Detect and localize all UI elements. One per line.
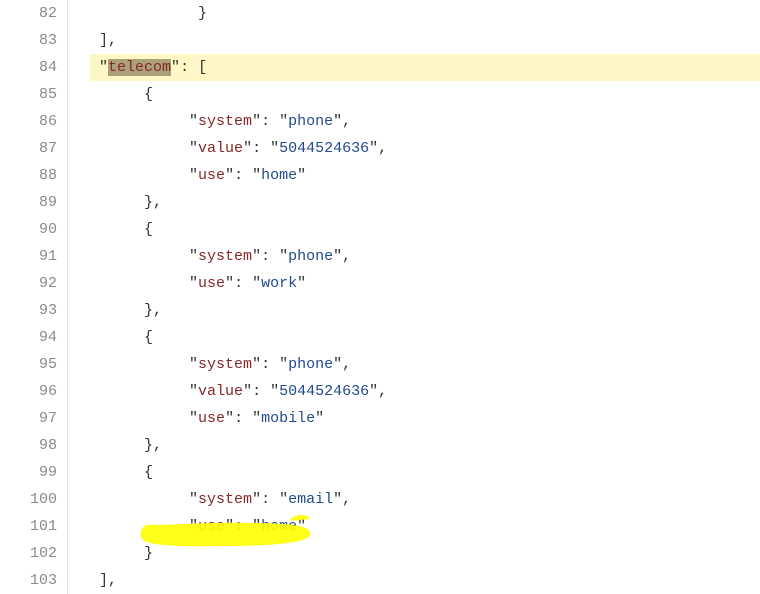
json-string: phone (288, 113, 333, 130)
json-key: system (198, 248, 252, 265)
line-number-gutter: 82 83 84 85 86 87 88 89 90 91 92 93 94 9… (0, 0, 68, 594)
code-editor[interactable]: 82 83 84 85 86 87 88 89 90 91 92 93 94 9… (0, 0, 760, 594)
open-brace-token: { (144, 464, 153, 481)
code-line[interactable]: "use": "work" (90, 270, 760, 297)
colon-token: : (180, 59, 198, 76)
close-brace-token: }, (144, 194, 162, 211)
open-brace-token: { (144, 86, 153, 103)
line-number: 88 (0, 162, 57, 189)
json-string: 5044524636 (279, 383, 369, 400)
json-key: use (198, 167, 225, 184)
line-number: 94 (0, 324, 57, 351)
line-number: 85 (0, 81, 57, 108)
line-number: 91 (0, 243, 57, 270)
code-line[interactable]: "system": "phone", (90, 108, 760, 135)
json-key: value (198, 383, 243, 400)
code-line[interactable]: "value": "5044524636", (90, 378, 760, 405)
json-string: 5044524636 (279, 140, 369, 157)
quote-token: " (171, 59, 180, 76)
code-line-current[interactable]: "telecom": [ (90, 54, 760, 81)
line-number: 99 (0, 459, 57, 486)
line-number: 102 (0, 540, 57, 567)
line-number: 103 (0, 567, 57, 594)
line-number: 89 (0, 189, 57, 216)
line-number: 95 (0, 351, 57, 378)
json-string: email (288, 491, 333, 508)
code-area[interactable]: } ], "telecom": [ { "system": "phone", "… (90, 0, 760, 594)
json-string: phone (288, 248, 333, 265)
close-brace-token: }, (144, 437, 162, 454)
code-line[interactable]: ], (90, 567, 760, 594)
line-number: 98 (0, 432, 57, 459)
code-line[interactable]: "system": "phone", (90, 351, 760, 378)
json-string: home (261, 518, 297, 535)
code-line[interactable]: }, (90, 432, 760, 459)
line-number: 96 (0, 378, 57, 405)
line-number: 90 (0, 216, 57, 243)
line-number: 84 (0, 54, 57, 81)
line-number: 101 (0, 513, 57, 540)
json-key: use (198, 410, 225, 427)
json-string: work (261, 275, 297, 292)
open-brace-token: { (144, 221, 153, 238)
code-line[interactable]: { (90, 324, 760, 351)
code-line[interactable]: { (90, 81, 760, 108)
json-key: use (198, 275, 225, 292)
json-string: phone (288, 356, 333, 373)
code-line[interactable]: "use": "home" (90, 513, 760, 540)
json-key: system (198, 491, 252, 508)
line-number: 97 (0, 405, 57, 432)
line-number: 86 (0, 108, 57, 135)
line-number: 82 (0, 0, 57, 27)
json-key: system (198, 113, 252, 130)
code-line[interactable]: "use": "home" (90, 162, 760, 189)
close-brace-token: }, (144, 302, 162, 319)
json-string: home (261, 167, 297, 184)
code-line[interactable]: }, (90, 297, 760, 324)
open-bracket-token: [ (198, 59, 207, 76)
line-number: 92 (0, 270, 57, 297)
code-line[interactable]: { (90, 459, 760, 486)
code-line[interactable]: "system": "phone", (90, 243, 760, 270)
json-key: value (198, 140, 243, 157)
code-line[interactable]: "system": "email", (90, 486, 760, 513)
line-number: 93 (0, 297, 57, 324)
selected-text: telecom (108, 59, 171, 76)
code-line[interactable]: } (90, 540, 760, 567)
close-bracket-token: ], (99, 32, 117, 49)
json-key: system (198, 356, 252, 373)
code-line[interactable]: }, (90, 189, 760, 216)
close-brace-token: } (144, 545, 153, 562)
line-number: 100 (0, 486, 57, 513)
json-key: use (198, 518, 225, 535)
close-brace-token: } (198, 5, 207, 22)
code-line[interactable]: ], (90, 27, 760, 54)
close-bracket-token: ], (99, 572, 117, 589)
close-brace-token (90, 5, 198, 22)
line-number: 83 (0, 27, 57, 54)
quote-token: " (99, 59, 108, 76)
code-line[interactable]: { (90, 216, 760, 243)
code-line[interactable]: "use": "mobile" (90, 405, 760, 432)
json-string: mobile (261, 410, 315, 427)
line-number: 87 (0, 135, 57, 162)
code-line[interactable]: } (90, 0, 760, 27)
code-line[interactable]: "value": "5044524636", (90, 135, 760, 162)
open-brace-token: { (144, 329, 153, 346)
close-bracket-token (90, 32, 99, 49)
